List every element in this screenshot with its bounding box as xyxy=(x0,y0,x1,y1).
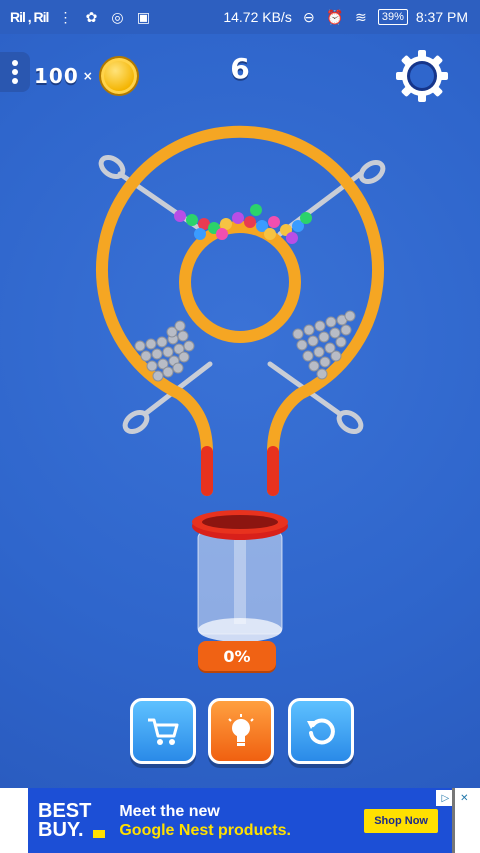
status-bar: Ril , Ril ⋮ ✿ ◎ ▣ 14.72 KB/s ⊖ ⏰ ≋ 39% 8… xyxy=(0,0,480,34)
ad-banner[interactable]: BEST BUY. Meet the new Google Nest produ… xyxy=(0,788,480,853)
more-vert-icon: ⋮ xyxy=(58,8,73,25)
ad-close-icon[interactable]: ✕ xyxy=(460,793,468,804)
signal-text: Ril , Ril xyxy=(10,9,49,25)
ad-choices-icon[interactable]: ▷ ✕ xyxy=(436,790,474,806)
logo-line-2: BUY. xyxy=(38,818,84,841)
puzzle-board xyxy=(96,125,386,496)
hint-button[interactable] xyxy=(208,698,274,764)
wifi-icon: ≋ xyxy=(354,8,367,25)
price-tag-icon xyxy=(93,829,106,838)
whatsapp-icon: ◎ xyxy=(111,8,124,25)
do-not-disturb-icon: ⊖ xyxy=(302,8,315,25)
gallery-icon: ▣ xyxy=(136,8,151,25)
ad-content[interactable]: BEST BUY. Meet the new Google Nest produ… xyxy=(28,788,452,853)
alarm-icon: ⏰ xyxy=(326,8,344,25)
grey-balls-right xyxy=(292,310,356,380)
glass-tube xyxy=(96,125,384,496)
ad-headline-line-1: Meet the new xyxy=(119,802,220,820)
clock: 8:37 PM xyxy=(415,9,468,25)
collection-cup xyxy=(192,510,288,642)
fill-progress: 0% xyxy=(198,641,276,671)
shop-button[interactable] xyxy=(130,698,196,764)
battery-indicator: 39% xyxy=(377,9,408,25)
ad-divider xyxy=(452,788,455,853)
best-buy-logo: BEST BUY. xyxy=(38,799,106,841)
ad-headline: Meet the new Google Nest products. xyxy=(119,802,291,840)
restart-button[interactable] xyxy=(288,698,354,764)
app-notification-icon: ✿ xyxy=(85,8,98,25)
ad-info-icon: ▷ xyxy=(441,792,450,804)
lightbulb-icon xyxy=(228,714,254,746)
restart-icon xyxy=(307,718,335,745)
game-area: 100 × 6 0% xyxy=(0,34,480,788)
network-speed: 14.72 KB/s xyxy=(223,9,292,25)
ad-headline-line-2: Google Nest products. xyxy=(119,821,291,839)
shop-now-button[interactable]: Shop Now xyxy=(364,808,438,833)
shopping-cart-icon xyxy=(148,718,179,745)
logo-line-1: BEST xyxy=(38,799,92,822)
